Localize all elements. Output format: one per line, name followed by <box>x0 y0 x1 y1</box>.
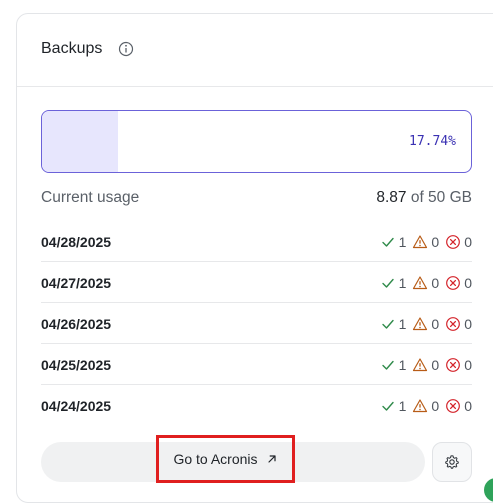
settings-button[interactable] <box>432 442 472 482</box>
success-count: 1 <box>398 316 407 332</box>
check-icon <box>381 401 394 411</box>
warning-count: 0 <box>431 398 440 414</box>
backup-row: 04/25/2025 1 0 0 <box>41 344 472 385</box>
error-circle-icon <box>446 358 461 372</box>
go-to-acronis-link[interactable]: Go to Acronis <box>156 435 295 483</box>
gear-icon <box>445 455 459 469</box>
backup-date: 04/24/2025 <box>41 398 112 414</box>
success-count: 1 <box>398 275 407 291</box>
backup-history-list: 04/28/2025 1 0 0 04/27/2025 1 0 0 04/26/… <box>41 221 472 426</box>
backup-stats: 1 0 0 <box>374 356 472 374</box>
warning-triangle-icon <box>413 358 428 372</box>
info-icon[interactable] <box>118 41 134 57</box>
warning-count: 0 <box>431 357 440 373</box>
current-usage-row: Current usage 8.87 of 50 GB <box>41 188 472 210</box>
backup-date: 04/28/2025 <box>41 234 112 250</box>
error-stat: 0 <box>445 398 472 414</box>
success-count: 1 <box>398 357 407 373</box>
error-circle-icon <box>446 235 461 249</box>
error-stat: 0 <box>445 316 472 332</box>
backup-row: 04/24/2025 1 0 0 <box>41 385 472 426</box>
card-header: Backups <box>17 14 493 87</box>
success-count: 1 <box>398 398 407 414</box>
backup-date: 04/25/2025 <box>41 357 112 373</box>
warning-count: 0 <box>431 234 440 250</box>
success-count: 1 <box>398 234 407 250</box>
warning-triangle-icon <box>413 399 428 413</box>
backup-row: 04/27/2025 1 0 0 <box>41 262 472 303</box>
warning-count: 0 <box>431 275 440 291</box>
usage-percent: 17.74% <box>409 134 456 149</box>
warning-stat: 0 <box>412 357 439 373</box>
current-usage-value: 8.87 of 50 GB <box>376 189 472 207</box>
usage-total: of 50 GB <box>406 189 472 206</box>
warning-triangle-icon <box>413 235 428 249</box>
check-icon <box>381 319 394 329</box>
warning-stat: 0 <box>412 234 439 250</box>
backup-row: 04/28/2025 1 0 0 <box>41 221 472 262</box>
external-link-arrow-icon <box>267 455 276 463</box>
backup-date: 04/27/2025 <box>41 275 112 291</box>
success-stat: 1 <box>380 398 407 414</box>
warning-stat: 0 <box>412 275 439 291</box>
error-stat: 0 <box>445 275 472 291</box>
current-usage-label: Current usage <box>41 189 140 206</box>
backup-date: 04/26/2025 <box>41 316 112 332</box>
error-count: 0 <box>464 357 472 373</box>
usage-used: 8.87 <box>376 189 407 206</box>
error-circle-icon <box>446 317 461 331</box>
warning-stat: 0 <box>412 398 439 414</box>
backup-stats: 1 0 0 <box>374 233 472 251</box>
check-icon <box>381 278 394 288</box>
backup-stats: 1 0 0 <box>374 397 472 415</box>
warning-stat: 0 <box>412 316 439 332</box>
success-stat: 1 <box>380 234 407 250</box>
error-count: 0 <box>464 398 472 414</box>
error-stat: 0 <box>445 234 472 250</box>
check-icon <box>381 360 394 370</box>
error-count: 0 <box>464 234 472 250</box>
backup-stats: 1 0 0 <box>374 274 472 292</box>
error-stat: 0 <box>445 357 472 373</box>
card-title: Backups <box>41 40 103 57</box>
warning-count: 0 <box>431 316 440 332</box>
warning-triangle-icon <box>413 317 428 331</box>
error-count: 0 <box>464 275 472 291</box>
check-icon <box>381 237 394 247</box>
warning-triangle-icon <box>413 276 428 290</box>
success-stat: 1 <box>380 357 407 373</box>
go-to-acronis-label: Go to Acronis <box>173 451 258 467</box>
usage-bar-fill <box>42 111 119 172</box>
error-circle-icon <box>446 399 461 413</box>
success-stat: 1 <box>380 316 407 332</box>
storage-usage-bar: 17.74% <box>41 110 472 173</box>
error-circle-icon <box>446 276 461 290</box>
error-count: 0 <box>464 316 472 332</box>
backup-row: 04/26/2025 1 0 0 <box>41 303 472 344</box>
backup-stats: 1 0 0 <box>374 315 472 333</box>
success-stat: 1 <box>380 275 407 291</box>
